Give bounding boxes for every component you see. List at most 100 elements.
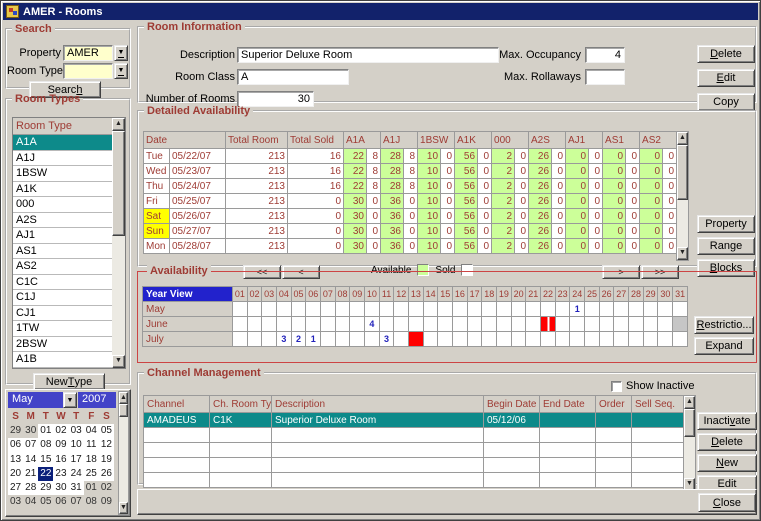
room-class-field[interactable]: A [237,69,349,85]
availability-row[interactable]: Wed05/23/072131622828810056020260000000 [144,164,677,179]
room-type-item[interactable]: C1C [13,275,113,291]
calendar-day[interactable]: 05 [38,495,53,509]
calendar-day[interactable]: 03 [69,424,84,438]
scroll-up-button[interactable]: ▲ [684,396,695,409]
room-type-scrollbar[interactable]: ▲ ▼ [112,118,125,368]
calendar-day[interactable]: 29 [38,481,53,495]
max-occupancy-field[interactable]: 4 [585,47,625,63]
calendar-day[interactable]: 12 [99,438,114,452]
calendar-day[interactable]: 13 [8,453,23,467]
close-button[interactable]: Close [698,493,756,512]
calendar-day[interactable]: 29 [8,424,23,438]
calendar-year-field[interactable]: 2007 [78,392,116,408]
calendar-day[interactable]: 23 [53,467,68,481]
calendar-day[interactable]: 26 [99,467,114,481]
scroll-down-button[interactable]: ▼ [112,355,125,368]
calendar-day[interactable]: 02 [53,424,68,438]
calendar-day[interactable]: 28 [23,481,38,495]
calendar-day[interactable]: 01 [84,481,99,495]
availability-row[interactable]: Sat05/26/07213030036010056020260000000 [144,209,677,224]
calendar-day[interactable]: 11 [84,438,99,452]
room-type-dropdown-button[interactable]: ▼ [114,63,128,79]
new-type-button[interactable]: New Type [33,373,105,390]
calendar-day[interactable]: 06 [8,438,23,452]
calendar-day[interactable]: 25 [84,467,99,481]
calendar-day[interactable]: 27 [8,481,23,495]
room-type-item[interactable]: AJ1 [13,228,113,244]
channel-empty-row[interactable] [144,428,684,443]
new-channel-button[interactable]: New [697,454,757,472]
calendar-day[interactable]: 30 [53,481,68,495]
edit-room-button[interactable]: Edit [697,69,755,87]
scrollbar-thumb[interactable] [684,409,695,437]
year-view-month-row[interactable]: July3213 [143,332,688,347]
delete-room-button[interactable]: Delete [697,45,755,63]
calendar-scrollbar[interactable]: ▲ ▼ [118,391,129,515]
property-dropdown-button[interactable]: ▼ [114,45,128,61]
year-view-month-row[interactable]: June4 [143,317,688,332]
year-view-month-row[interactable]: May1 [143,302,688,317]
delete-channel-button[interactable]: Delete [697,433,757,451]
calendar-day[interactable]: 31 [69,481,84,495]
calendar-day[interactable]: 16 [53,453,68,467]
calendar-day[interactable]: 01 [38,424,53,438]
scroll-down-button[interactable]: ▼ [119,502,128,514]
calendar-day[interactable]: 22 [38,467,53,481]
calendar-day[interactable]: 24 [69,467,84,481]
calendar-day[interactable]: 20 [8,467,23,481]
room-type-item[interactable]: 2BSW [13,337,113,353]
room-type-input[interactable] [63,63,113,79]
calendar-day[interactable]: 08 [38,438,53,452]
scrollbar-thumb[interactable] [112,131,125,236]
availability-row[interactable]: Tue05/22/072131622828810056020260000000 [144,149,677,164]
room-type-item[interactable]: AS1 [13,244,113,260]
scroll-up-button[interactable]: ▲ [112,118,125,131]
availability-table-scrollbar[interactable]: ▲ ▼ [676,131,689,261]
expand-button[interactable]: Expand [694,337,754,355]
channel-empty-row[interactable] [144,473,684,488]
calendar-day[interactable]: 09 [99,495,114,509]
calendar-day[interactable]: 07 [23,438,38,452]
availability-row[interactable]: Fri05/25/07213030036010056020260000000 [144,194,677,209]
property-button[interactable]: Property [697,215,755,233]
scroll-down-button[interactable]: ▼ [677,247,688,260]
room-type-item[interactable]: AS2 [13,259,113,275]
calendar-day[interactable]: 21 [23,467,38,481]
room-type-item[interactable]: 000 [13,197,113,213]
calendar-day[interactable]: 04 [84,424,99,438]
range-button[interactable]: Range [697,237,755,255]
calendar-month-select[interactable]: May [8,392,63,408]
restrictions-button[interactable]: Restrictio... [694,316,754,334]
calendar-day[interactable]: 17 [69,453,84,467]
calendar-day[interactable]: 15 [38,453,53,467]
calendar-day[interactable]: 03 [8,495,23,509]
room-type-item[interactable]: A2S [13,213,113,229]
availability-row[interactable]: Mon05/28/07213030036010056020260000000 [144,239,677,254]
channel-row[interactable]: AMADEUSC1KSuperior Deluxe Room05/12/06 [144,413,684,428]
channel-empty-row[interactable] [144,458,684,473]
calendar-day[interactable]: 07 [69,495,84,509]
availability-row[interactable]: Sun05/27/07213030036010056020260000000 [144,224,677,239]
channel-empty-row[interactable] [144,443,684,458]
calendar-day[interactable]: 18 [84,453,99,467]
calendar-day[interactable]: 30 [23,424,38,438]
room-type-item[interactable]: 1BSW [13,166,113,182]
channel-table-scrollbar[interactable]: ▲ ▼ [683,395,696,492]
room-type-item[interactable]: A1J [13,151,113,167]
property-input[interactable]: AMER [63,45,113,61]
room-type-item[interactable]: A1B [13,352,113,368]
calendar-day[interactable]: 09 [53,438,68,452]
show-inactive-checkbox[interactable] [611,381,622,392]
max-rollaways-field[interactable] [585,69,625,85]
room-type-item[interactable]: A1A [13,135,113,151]
calendar-day[interactable]: 14 [23,453,38,467]
room-type-item[interactable]: CJ1 [13,306,113,322]
room-type-item[interactable]: C1J [13,290,113,306]
scrollbar-thumb[interactable] [677,145,688,200]
calendar-day[interactable]: 05 [99,424,114,438]
scroll-up-button[interactable]: ▲ [677,132,688,145]
calendar-day[interactable]: 06 [53,495,68,509]
scroll-up-button[interactable]: ▲ [119,392,128,404]
calendar-day[interactable]: 02 [99,481,114,495]
scrollbar-thumb[interactable] [119,404,128,417]
